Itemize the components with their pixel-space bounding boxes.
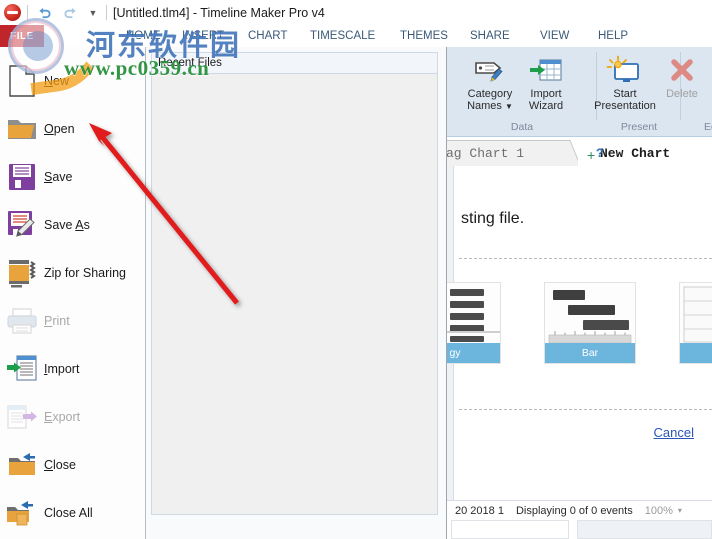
chart-tab-bar: ag Chart 1 + ? New Chart: [427, 138, 712, 166]
menu-item-save-label: Save: [44, 170, 73, 184]
template-bar[interactable]: Bar: [544, 282, 636, 364]
start-presentation-button[interactable]: Start Presentation: [589, 51, 661, 112]
template-label: gy: [447, 343, 500, 363]
import-wizard-icon: [528, 51, 564, 85]
export-icon: [0, 397, 44, 437]
template-chronology[interactable]: gy: [447, 282, 501, 364]
zoom-level[interactable]: 100%: [633, 505, 673, 517]
template-thumbnail: [447, 283, 500, 345]
delete-label: Delete: [666, 88, 698, 100]
menu-item-zip-for-sharing-label: Zip for Sharing: [44, 266, 126, 280]
toolbar-divider-2: [106, 5, 107, 20]
bottom-panel-right: [577, 520, 712, 539]
delete-x-icon: [666, 51, 698, 85]
menu-item-export-label: Export: [44, 410, 81, 424]
zip-icon: [0, 253, 44, 293]
menu-item-open-label: Open: [44, 122, 75, 136]
presentation-icon: [606, 51, 644, 85]
tab-view[interactable]: VIEW: [540, 25, 569, 47]
ribbon-group-label: Data: [510, 121, 534, 133]
tab-file[interactable]: FILE: [0, 25, 44, 47]
app-logo-icon: [4, 4, 21, 21]
ribbon-group-label: Editing: [703, 121, 712, 133]
category-names-icon: [472, 51, 508, 85]
printer-icon: [0, 301, 44, 341]
divider-bottom: [459, 409, 712, 410]
template-project[interactable]: Proj: [679, 282, 712, 364]
window-title: [Untitled.tlm4] - Timeline Maker Pro v4: [113, 5, 325, 20]
file-menu: New Open Save Save As Zip for Sharing Print Im…: [0, 47, 447, 539]
import-icon: [0, 349, 44, 389]
ribbon-group-label: Present: [620, 121, 658, 133]
tab-home[interactable]: HOME: [126, 25, 161, 47]
menu-item-zip-for-sharing[interactable]: Zip for Sharing: [0, 251, 146, 295]
template-label: Bar: [545, 343, 635, 363]
start-presentation-label: Start Presentation: [594, 88, 656, 112]
menu-item-print-label: Print: [44, 314, 70, 328]
menu-item-save[interactable]: Save: [0, 155, 146, 199]
ribbon-groups: Data Present Editing ts: [433, 47, 712, 136]
title-bar: ▼ [Untitled.tlm4] - Timeline Maker Pro v…: [0, 0, 712, 25]
chart-tab-inactive[interactable]: ag Chart 1: [427, 140, 565, 166]
chevron-down-icon[interactable]: ▼: [86, 3, 100, 22]
menu-item-save-as-label: Save As: [44, 218, 90, 232]
recent-files-panel: Recent Files: [146, 47, 446, 539]
template-label: Proj: [680, 343, 712, 363]
close-folder-icon: [0, 445, 44, 485]
menu-item-open[interactable]: Open: [0, 107, 146, 151]
tab-insert[interactable]: INSERT: [182, 25, 224, 47]
ribbon-tab-strip: FILE HOME INSERT CHART TIMESCALE THEMES SHARE…: [0, 25, 712, 47]
category-names-button[interactable]: Category Names ▼: [461, 51, 519, 113]
status-event-count: Displaying 0 of 0 events: [515, 504, 633, 517]
template-thumbnail: [545, 283, 635, 345]
menu-item-new[interactable]: New: [0, 59, 146, 103]
toolbar-divider: [27, 5, 28, 20]
new-document-icon: [0, 61, 44, 101]
menu-item-close-all-label: Close All: [44, 506, 93, 520]
menu-item-export: Export: [0, 395, 146, 439]
template-thumbnail: [680, 283, 712, 345]
zoom-chevron-down-icon[interactable]: ▾: [673, 506, 682, 515]
divider-top: [459, 258, 712, 259]
lead-instruction-text: sting file.: [461, 210, 525, 227]
category-names-label: Category Names ▼: [467, 88, 513, 112]
bottom-panel-left: [451, 520, 569, 539]
redo-icon[interactable]: [60, 3, 80, 22]
save-as-icon: [0, 205, 44, 245]
import-wizard-button[interactable]: Import Wizard: [517, 51, 575, 112]
import-wizard-label: Import Wizard: [528, 88, 564, 112]
menu-item-new-label: New: [44, 74, 70, 88]
tab-share[interactable]: SHARE: [470, 25, 510, 47]
menu-item-print: Print: [0, 299, 146, 343]
menu-item-close-label: Close: [44, 458, 76, 472]
recent-files-header: Recent Files: [151, 52, 438, 73]
new-chart-question-icon: ?: [596, 146, 604, 161]
bottom-strip: [447, 520, 712, 539]
new-chart-panel: sting file. gy Bar Cancel: [447, 166, 712, 500]
menu-item-close[interactable]: Close: [0, 443, 146, 487]
menu-item-save-as[interactable]: Save As: [0, 203, 146, 247]
tab-timescale[interactable]: TIMESCALE: [310, 25, 375, 47]
tab-themes[interactable]: THEMES: [400, 25, 448, 47]
menu-item-close-all[interactable]: Close All: [0, 491, 146, 535]
open-folder-icon: [0, 109, 44, 149]
cancel-link[interactable]: Cancel: [654, 425, 694, 440]
tab-chart[interactable]: CHART: [248, 25, 287, 47]
save-floppy-icon: [0, 157, 44, 197]
status-bar: 20 2018 1 Displaying 0 of 0 events 100% …: [447, 500, 712, 520]
menu-item-import-label: Import: [44, 362, 80, 376]
application-window: ▼ [Untitled.tlm4] - Timeline Maker Pro v…: [0, 0, 712, 539]
status-date: 20 2018 1: [455, 504, 504, 517]
file-menu-items: New Open Save Save As Zip for Sharing Print Im…: [0, 47, 146, 539]
close-all-icon: [0, 493, 44, 533]
new-chart-plus-icon: +: [587, 147, 596, 163]
undo-icon[interactable]: [34, 3, 54, 22]
menu-item-import[interactable]: Import: [0, 347, 146, 391]
recent-files-list[interactable]: [151, 73, 438, 515]
tab-help[interactable]: HELP: [598, 25, 628, 47]
delete-button: Delete: [655, 51, 709, 100]
